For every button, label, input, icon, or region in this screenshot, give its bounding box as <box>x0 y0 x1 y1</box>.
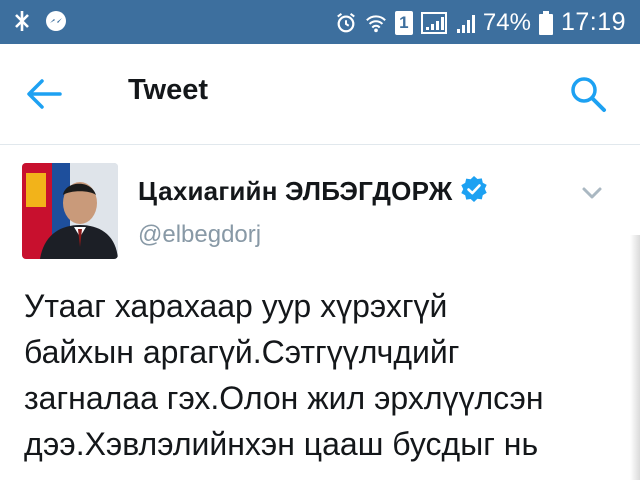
screen-edge-shadow <box>630 235 640 480</box>
tweet-menu-button[interactable] <box>576 181 608 205</box>
status-bar: 1 74% 17:19 <box>0 0 640 44</box>
alarm-icon <box>335 12 357 34</box>
page-title: Tweet <box>128 74 209 106</box>
tweet-text-line: Утааг харахаар уур хүрэхгүй <box>24 288 448 324</box>
author-handle[interactable]: @elbegdorj <box>138 221 261 249</box>
tweet-text-line: загналаа гэх.Олон жил эрхлүүлсэн <box>24 380 544 416</box>
battery-percent: 74% <box>482 8 531 36</box>
search-icon <box>571 77 606 112</box>
messenger-icon <box>44 9 68 33</box>
author-name[interactable]: Цахиагийн ЭЛБЭГДОРЖ <box>138 176 452 207</box>
tweet-text: Утааг харахаар уур хүрэхгүй байхын аргаг… <box>24 283 624 467</box>
status-right-icons: 1 74% 17:19 <box>335 8 626 37</box>
tweet-text-line: дээ.Хэвлэлийнхэн цааш бусдыг нь <box>24 426 539 462</box>
battery-icon <box>538 10 553 35</box>
search-button[interactable] <box>566 72 610 116</box>
back-arrow-icon <box>27 79 62 109</box>
status-left-icons <box>10 9 68 33</box>
clock: 17:19 <box>560 8 626 36</box>
avatar[interactable] <box>22 163 118 259</box>
verified-badge-icon <box>460 175 488 208</box>
tweet-detail: Цахиагийн ЭЛБЭГДОРЖ @elbegdorj Утааг хар… <box>0 145 640 480</box>
share-icon <box>10 9 34 33</box>
signal-icon <box>455 11 475 35</box>
signal-icon <box>420 11 447 35</box>
chevron-down-icon <box>582 187 602 199</box>
back-button[interactable] <box>22 74 66 114</box>
wifi-icon <box>365 12 387 34</box>
sim-icon: 1 <box>394 10 413 35</box>
author-row: Цахиагийн ЭЛБЭГДОРЖ <box>138 175 488 208</box>
tweet-text-line: байхын аргагүй.Сэтгүүлчдийг <box>24 334 460 370</box>
app-bar: Tweet <box>0 44 640 145</box>
